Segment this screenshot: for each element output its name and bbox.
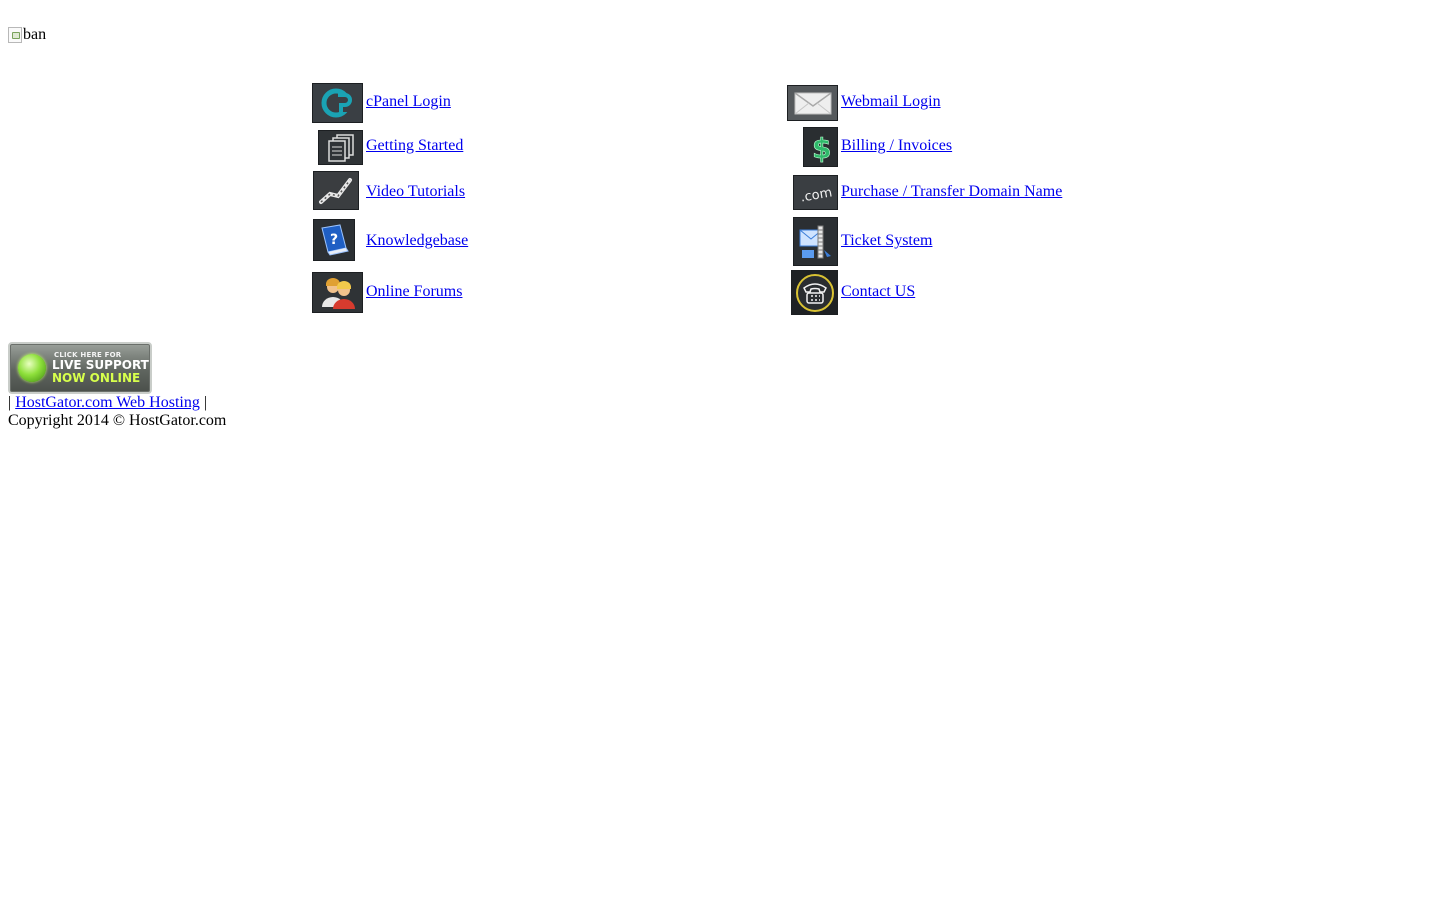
contact-us-link[interactable]: Contact US <box>841 283 915 301</box>
help-book-icon[interactable]: ? <box>313 219 355 261</box>
envelope-icon[interactable] <box>787 85 838 121</box>
billing-invoices-link[interactable]: Billing / Invoices <box>841 137 952 155</box>
dot-com-icon[interactable]: .com <box>793 175 838 210</box>
domain-name-link[interactable]: Purchase / Transfer Domain Name <box>841 183 1062 201</box>
ticket-mail-icon[interactable] <box>793 217 838 266</box>
getting-started-link[interactable]: Getting Started <box>366 137 463 155</box>
video-tutorials-link[interactable]: Video Tutorials <box>366 183 465 201</box>
footer-separator-left: | <box>8 394 12 411</box>
svg-text:$: $ <box>812 132 831 165</box>
live-support-button[interactable]: CLICK HERE FOR LIVE SUPPORT NOW ONLINE <box>8 342 152 394</box>
copyright-text: Copyright 2014 © HostGator.com <box>8 412 227 429</box>
telephone-icon[interactable] <box>791 270 838 315</box>
live-support-title: LIVE SUPPORT <box>52 358 149 372</box>
live-support-status: NOW ONLINE <box>52 371 141 385</box>
banner-alt-text: ban <box>23 26 47 43</box>
live-support-label: LIVE SUPPORT NOW ONLINE <box>52 359 149 385</box>
footer: | HostGator.com Web Hosting | Copyright … <box>8 394 226 430</box>
banner-image: ban <box>8 26 46 44</box>
knowledgebase-link[interactable]: Knowledgebase <box>366 232 468 250</box>
webmail-login-link[interactable]: Webmail Login <box>841 93 941 111</box>
film-strip-icon[interactable] <box>313 171 359 210</box>
hostgator-link[interactable]: HostGator.com Web Hosting <box>15 394 200 411</box>
documents-icon[interactable] <box>318 130 363 165</box>
dollar-icon[interactable]: $ <box>803 127 838 167</box>
svg-text:?: ? <box>330 232 338 248</box>
online-forums-link[interactable]: Online Forums <box>366 283 462 301</box>
users-icon[interactable] <box>312 272 363 313</box>
broken-image-icon <box>8 27 22 43</box>
ticket-system-link[interactable]: Ticket System <box>841 232 932 250</box>
cpanel-icon[interactable] <box>312 83 363 123</box>
cpanel-login-link[interactable]: cPanel Login <box>366 93 451 111</box>
footer-separator-right: | <box>203 394 208 411</box>
svg-text:.com: .com <box>799 185 833 205</box>
online-status-icon <box>18 354 46 382</box>
